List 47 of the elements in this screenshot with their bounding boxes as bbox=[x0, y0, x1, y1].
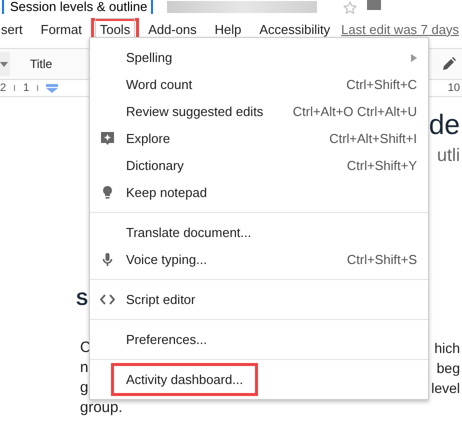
pencil-icon[interactable] bbox=[442, 57, 456, 71]
menu-item[interactable]: Help bbox=[206, 18, 250, 40]
document-heading: de bbox=[428, 108, 460, 142]
microphone-icon bbox=[100, 252, 115, 267]
menu-item[interactable]: Activity dashboard... bbox=[90, 366, 428, 393]
menu-item[interactable]: Translate document... bbox=[90, 219, 428, 246]
shortcut-text: Ctrl+Alt+O Ctrl+Alt+U bbox=[292, 104, 417, 119]
menu-item[interactable]: Word count Ctrl+Shift+C bbox=[90, 71, 428, 98]
menu-item[interactable]: sert bbox=[0, 18, 32, 40]
document-title[interactable]: Session levels & outline bbox=[10, 0, 148, 14]
menu-item[interactable]: Voice typing... Ctrl+Shift+S bbox=[90, 246, 428, 273]
menu-item[interactable]: Spelling bbox=[90, 44, 428, 71]
dropdown-button[interactable] bbox=[0, 52, 10, 76]
shortcut-text: Ctrl+Shift+S bbox=[346, 252, 417, 267]
menu-item[interactable]: Review suggested edits Ctrl+Alt+O Ctrl+Alt+U bbox=[90, 98, 428, 125]
ruler-number: 10 bbox=[448, 82, 460, 94]
paragraph-text: group. bbox=[80, 398, 123, 418]
indent-marker[interactable] bbox=[46, 84, 58, 92]
menu-item[interactable]: Keep notepad bbox=[90, 179, 428, 206]
explore-icon bbox=[100, 131, 115, 146]
paragraph-text: level bbox=[431, 379, 460, 398]
menu-item[interactable]: Explore Ctrl+Alt+Shift+I bbox=[90, 125, 428, 152]
menu-item[interactable]: Script editor bbox=[90, 286, 428, 313]
paragraph-text: hich bbox=[434, 339, 460, 358]
caret-icon bbox=[0, 62, 8, 66]
paragraph-text: n bbox=[80, 358, 88, 378]
ruler-number: 1 bbox=[23, 82, 30, 94]
menu-item[interactable]: Dictionary Ctrl+Shift+Y bbox=[90, 152, 428, 179]
section-heading: S bbox=[76, 288, 88, 311]
document-subtitle: utli bbox=[436, 144, 460, 167]
shortcut-text: Ctrl+Alt+Shift+I bbox=[329, 131, 417, 146]
style-dropdown[interactable]: Title bbox=[30, 57, 52, 71]
ruler-tick bbox=[14, 85, 16, 91]
ruler-number: 2 bbox=[0, 82, 6, 94]
menu-item[interactable]: Accessibility bbox=[250, 18, 340, 40]
shortcut-text: Ctrl+Shift+C bbox=[346, 77, 417, 92]
shortcut-text: Ctrl+Shift+Y bbox=[346, 158, 417, 173]
menu-item[interactable]: Preferences... bbox=[90, 326, 428, 353]
paragraph-text: beg bbox=[436, 359, 460, 378]
star-icon[interactable] bbox=[343, 0, 358, 14]
menu-item[interactable]: Add-ons bbox=[139, 18, 206, 40]
lightbulb-icon bbox=[100, 185, 115, 200]
menu-item[interactable]: Format bbox=[32, 18, 91, 40]
last-edit-link[interactable]: Last edit was 7 days bbox=[341, 22, 459, 36]
paragraph-text: g bbox=[80, 378, 88, 398]
code-icon bbox=[100, 292, 115, 307]
ruler-tick bbox=[37, 85, 38, 91]
